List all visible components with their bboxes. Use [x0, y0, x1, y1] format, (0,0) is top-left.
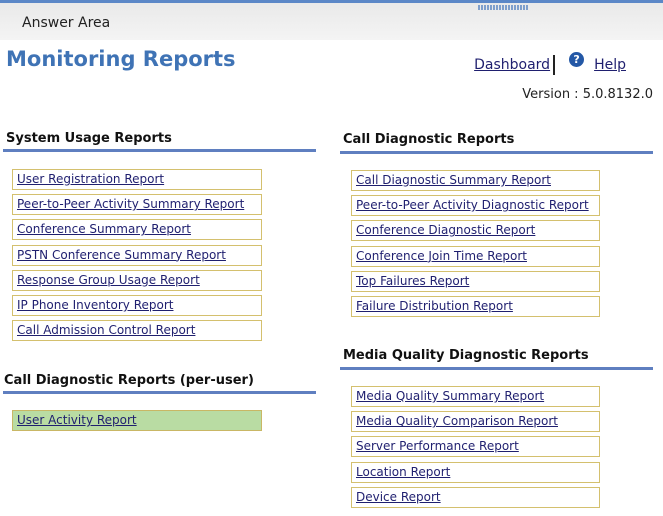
list-per-user: User Activity Report: [12, 410, 262, 435]
top-links: Dashboard ? Help: [474, 51, 626, 75]
answer-area-title: Answer Area: [22, 15, 111, 31]
list-item: Call Diagnostic Summary Report: [351, 170, 600, 191]
report-link-pstn-conference-summary[interactable]: PSTN Conference Summary Report: [17, 248, 226, 262]
section-rule-per-user: [3, 391, 316, 394]
section-title-media-quality: Media Quality Diagnostic Reports: [343, 348, 589, 363]
section-rule-call-diagnostic: [340, 151, 653, 154]
report-link-location[interactable]: Location Report: [356, 465, 450, 479]
list-item: Call Admission Control Report: [12, 320, 262, 342]
report-link-call-diagnostic-summary[interactable]: Call Diagnostic Summary Report: [356, 173, 551, 187]
report-link-user-registration[interactable]: User Registration Report: [17, 172, 164, 186]
report-link-p2p-activity-summary[interactable]: Peer-to-Peer Activity Summary Report: [17, 197, 244, 211]
report-link-top-failures[interactable]: Top Failures Report: [356, 274, 469, 288]
list-item: Location Report: [351, 461, 600, 483]
report-link-device[interactable]: Device Report: [356, 490, 441, 504]
report-link-failure-distribution[interactable]: Failure Distribution Report: [356, 299, 513, 313]
list-system-usage: User Registration Report Peer-to-Peer Ac…: [12, 169, 262, 345]
report-link-p2p-activity-diagnostic[interactable]: Peer-to-Peer Activity Diagnostic Report: [356, 198, 589, 212]
list-item: IP Phone Inventory Report: [12, 294, 262, 316]
resize-grip-icon[interactable]: [478, 5, 528, 10]
list-item: User Registration Report: [12, 169, 262, 190]
section-title-system-usage: System Usage Reports: [6, 131, 172, 146]
report-link-user-activity[interactable]: User Activity Report: [17, 413, 137, 427]
list-item: Peer-to-Peer Activity Diagnostic Report: [351, 195, 600, 217]
report-link-call-admission-control[interactable]: Call Admission Control Report: [17, 323, 195, 337]
list-item: Conference Diagnostic Report: [351, 220, 600, 242]
list-item-selected: User Activity Report: [12, 410, 262, 431]
section-rule-media-quality: [340, 367, 653, 370]
list-item: Conference Summary Report: [12, 219, 262, 241]
report-link-conference-join-time[interactable]: Conference Join Time Report: [356, 249, 527, 263]
list-item: Conference Join Time Report: [351, 245, 600, 267]
page-title: Monitoring Reports: [6, 47, 236, 71]
report-link-server-performance[interactable]: Server Performance Report: [356, 439, 519, 453]
list-item: PSTN Conference Summary Report: [12, 244, 262, 266]
section-title-per-user: Call Diagnostic Reports (per-user): [4, 373, 254, 388]
list-item: Failure Distribution Report: [351, 295, 600, 317]
report-link-ip-phone-inventory[interactable]: IP Phone Inventory Report: [17, 298, 174, 312]
section-title-call-diagnostic: Call Diagnostic Reports: [343, 132, 515, 147]
version-text: Version : 5.0.8132.0: [522, 87, 653, 102]
help-icon[interactable]: ?: [569, 51, 585, 67]
help-link[interactable]: Help: [594, 57, 626, 73]
report-link-media-quality-comparison[interactable]: Media Quality Comparison Report: [356, 414, 558, 428]
list-item: Media Quality Comparison Report: [351, 411, 600, 433]
list-item: Device Report: [351, 486, 600, 508]
list-call-diagnostic: Call Diagnostic Summary Report Peer-to-P…: [351, 170, 600, 321]
dashboard-link[interactable]: Dashboard: [474, 57, 550, 73]
report-link-response-group-usage[interactable]: Response Group Usage Report: [17, 273, 200, 287]
report-link-media-quality-summary[interactable]: Media Quality Summary Report: [356, 389, 544, 403]
list-item: Media Quality Summary Report: [351, 386, 600, 407]
list-item: Response Group Usage Report: [12, 269, 262, 291]
list-media-quality: Media Quality Summary Report Media Quali…: [351, 386, 600, 512]
list-item: Peer-to-Peer Activity Summary Report: [12, 194, 262, 216]
list-item: Top Failures Report: [351, 270, 600, 292]
report-link-conference-summary[interactable]: Conference Summary Report: [17, 222, 191, 236]
section-rule-system-usage: [3, 149, 316, 152]
answer-area-bar: Answer Area: [0, 0, 663, 40]
list-item: Server Performance Report: [351, 436, 600, 458]
link-divider: [553, 55, 556, 75]
report-link-conference-diagnostic[interactable]: Conference Diagnostic Report: [356, 223, 535, 237]
